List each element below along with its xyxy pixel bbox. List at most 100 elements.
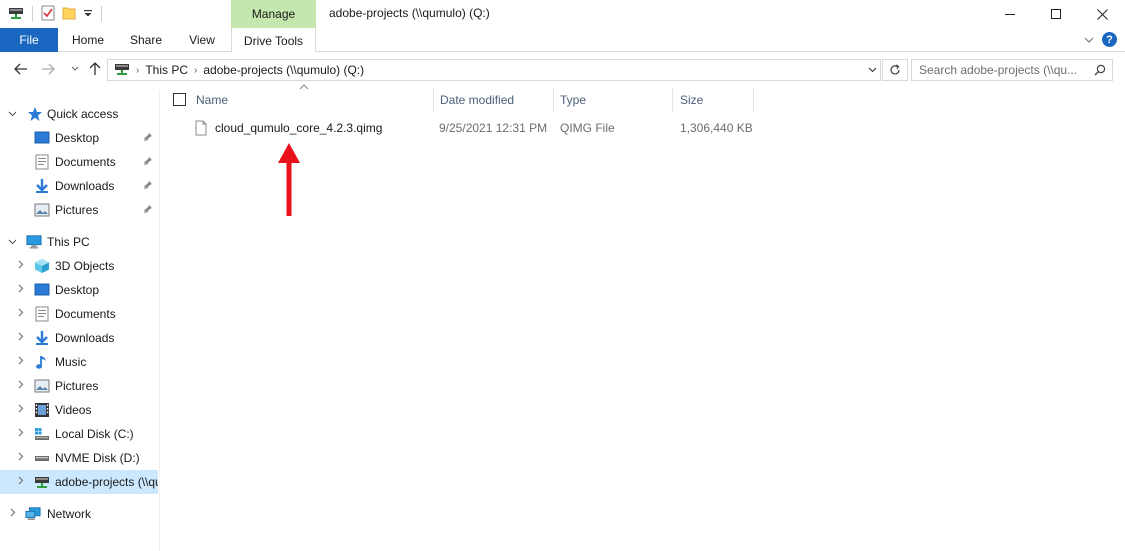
chevron-down-icon[interactable] — [6, 108, 18, 120]
column-divider[interactable] — [433, 88, 434, 112]
nav-qa-pictures[interactable]: Pictures — [0, 198, 158, 222]
minimize-icon — [1005, 14, 1015, 15]
nav-quick-access[interactable]: Quick access — [0, 102, 158, 126]
maximize-button[interactable] — [1033, 0, 1079, 28]
forward-arrow-icon — [42, 63, 55, 75]
window-title: adobe-projects (\\qumulo) (Q:) — [329, 6, 490, 20]
documents-icon — [34, 306, 50, 322]
file-name[interactable]: cloud_qumulo_core_4.2.3.qimg — [215, 116, 382, 140]
column-divider[interactable] — [753, 88, 754, 112]
nav-3d-objects[interactable]: 3D Objects — [0, 254, 158, 278]
tab-view[interactable]: View — [178, 28, 226, 52]
tab-drive-tools[interactable]: Drive Tools — [231, 28, 316, 53]
column-header-size[interactable]: Size — [680, 88, 752, 112]
file-row[interactable]: cloud_qumulo_core_4.2.3.qimg 9/25/2021 1… — [192, 116, 754, 140]
breadcrumb-this-pc[interactable]: This PC — [145, 63, 188, 77]
pin-icon — [143, 204, 153, 217]
ribbon-tabs: File Home Share View Drive Tools ? — [0, 28, 1125, 53]
chevron-right-icon[interactable] — [15, 332, 27, 344]
nav-nvme-disk-d[interactable]: NVME Disk (D:) — [0, 446, 158, 470]
chevron-right-icon[interactable] — [15, 308, 27, 320]
properties-icon[interactable] — [41, 5, 55, 24]
address-bar[interactable]: › This PC › adobe-projects (\\qumulo) (Q… — [107, 59, 881, 81]
documents-icon — [34, 154, 50, 170]
ribbon-controls: ? — [1084, 32, 1117, 47]
file-icon — [195, 116, 207, 140]
nav-downloads[interactable]: Downloads — [0, 326, 158, 350]
column-header-name[interactable]: Name — [196, 88, 432, 112]
chevron-right-icon[interactable]: › — [194, 65, 197, 76]
tab-home[interactable]: Home — [62, 28, 114, 52]
chevron-right-icon[interactable] — [15, 356, 27, 368]
chevron-right-icon[interactable] — [15, 404, 27, 416]
file-size: 1,306,440 KB — [680, 121, 753, 135]
chevron-down-icon — [71, 66, 79, 71]
help-icon[interactable]: ? — [1102, 32, 1117, 47]
nav-qa-downloads[interactable]: Downloads — [0, 174, 158, 198]
search-icon[interactable] — [1094, 64, 1106, 76]
nav-desktop[interactable]: Desktop — [0, 278, 158, 302]
pin-icon — [143, 180, 153, 193]
close-button[interactable] — [1079, 0, 1125, 28]
tab-share[interactable]: Share — [120, 28, 172, 52]
toolbar-separator — [32, 6, 33, 22]
nav-videos[interactable]: Videos — [0, 398, 158, 422]
desktop-icon — [34, 282, 50, 298]
network-icon — [25, 506, 41, 522]
nav-adobe-projects[interactable]: adobe-projects (\\qumulo) (Q:) — [0, 470, 158, 494]
column-header-date-modified[interactable]: Date modified — [440, 88, 552, 112]
select-all-checkbox[interactable] — [173, 93, 186, 106]
back-button[interactable] — [12, 60, 30, 78]
chevron-right-icon[interactable] — [15, 452, 27, 464]
column-header-type[interactable]: Type — [560, 88, 672, 112]
refresh-icon — [890, 64, 900, 75]
nav-this-pc[interactable]: This PC — [0, 230, 158, 254]
chevron-right-icon[interactable] — [15, 428, 27, 440]
recent-locations-button[interactable] — [66, 60, 84, 78]
refresh-button[interactable] — [882, 59, 908, 81]
chevron-right-icon[interactable] — [15, 260, 27, 272]
customize-toolbar-icon[interactable] — [83, 7, 93, 21]
nav-local-disk-c[interactable]: Local Disk (C:) — [0, 422, 158, 446]
breadcrumb-current[interactable]: adobe-projects (\\qumulo) (Q:) — [203, 63, 364, 77]
nav-documents[interactable]: Documents — [0, 302, 158, 326]
address-row: › This PC › adobe-projects (\\qumulo) (Q… — [0, 52, 1125, 86]
downloads-icon — [34, 178, 50, 194]
expand-ribbon-icon[interactable] — [1084, 33, 1094, 47]
new-folder-icon[interactable] — [61, 5, 77, 24]
column-divider[interactable] — [553, 88, 554, 112]
up-arrow-icon — [89, 62, 101, 75]
minimize-button[interactable] — [987, 0, 1033, 28]
film-icon — [34, 402, 50, 418]
nav-network[interactable]: Network — [0, 502, 158, 526]
chevron-right-icon[interactable] — [15, 380, 27, 392]
nav-qa-documents[interactable]: Documents — [0, 150, 158, 174]
file-list[interactable]: Name Date modified Type Size cloud_qumul… — [162, 84, 1125, 551]
red-arrow-annotation-icon — [278, 143, 300, 216]
column-divider[interactable] — [672, 88, 673, 112]
system-drive-icon — [34, 426, 50, 442]
address-history-button[interactable] — [864, 60, 880, 80]
pictures-icon — [34, 202, 50, 218]
chevron-right-icon[interactable] — [15, 284, 27, 296]
tab-file[interactable]: File — [0, 28, 58, 52]
title-bar: Manage adobe-projects (\\qumulo) (Q:) — [0, 0, 1125, 28]
quick-access-toolbar — [8, 5, 104, 23]
chevron-right-icon[interactable] — [15, 476, 27, 488]
nav-qa-desktop[interactable]: Desktop — [0, 126, 158, 150]
chevron-down-icon[interactable] — [6, 236, 18, 248]
chevron-right-icon[interactable]: › — [136, 65, 139, 76]
forward-button[interactable] — [39, 60, 57, 78]
chevron-right-icon[interactable] — [7, 508, 19, 520]
up-button[interactable] — [86, 60, 104, 78]
chevron-down-icon — [868, 67, 877, 73]
music-note-icon — [34, 354, 50, 370]
navigation-pane[interactable]: Quick access Desktop Documents Downloads — [0, 90, 160, 551]
nav-pictures[interactable]: Pictures — [0, 374, 158, 398]
drive-icon[interactable] — [8, 6, 24, 23]
search-input[interactable] — [919, 63, 1089, 77]
search-box[interactable] — [911, 59, 1113, 81]
nav-music[interactable]: Music — [0, 350, 158, 374]
maximize-icon — [1051, 9, 1061, 19]
file-type: QIMG File — [560, 121, 615, 135]
